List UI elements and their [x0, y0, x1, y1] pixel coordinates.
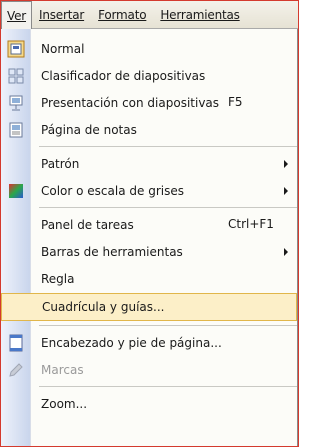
- menu-separator: [39, 386, 297, 387]
- menu-item-toolbars[interactable]: Barras de herramientas: [1, 238, 297, 265]
- menu-herramientas[interactable]: Herramientas: [153, 1, 246, 29]
- menu-item-label: Clasificador de diapositivas: [41, 68, 206, 83]
- normal-view-icon: [1, 35, 31, 62]
- menu-item-slide-sorter[interactable]: Clasificador de diapositivas: [1, 62, 297, 89]
- menu-herramientas-label: Herramientas: [160, 7, 240, 22]
- menu-item-label: Página de notas: [41, 122, 137, 137]
- menu-item-label: Zoom...: [41, 396, 88, 411]
- view-dropdown-menu: Normal Clasificador de diapositivas Pres…: [1, 29, 298, 446]
- menu-item-label: Barras de herramientas: [41, 244, 183, 259]
- menu-item-zoom[interactable]: Zoom...: [1, 390, 297, 417]
- submenu-arrow-icon: [284, 187, 288, 195]
- menu-ver-label: Ver: [7, 8, 26, 23]
- menu-item-color-grayscale[interactable]: Color o escala de grises: [1, 177, 297, 204]
- menu-insertar-label: Insertar: [39, 7, 85, 22]
- shortcut-f5: F5: [228, 95, 243, 109]
- menu-item-master[interactable]: Patrón: [1, 150, 297, 177]
- color-grayscale-icon: [1, 177, 31, 204]
- menu-formato[interactable]: Formato: [91, 1, 153, 29]
- menu-separator: [39, 325, 297, 326]
- slideshow-icon: [1, 89, 31, 116]
- menu-item-label: Marcas: [41, 362, 84, 377]
- menu-item-task-pane[interactable]: Panel de tareas Ctrl+F1: [1, 211, 297, 238]
- menu-formato-label: Formato: [98, 7, 147, 22]
- menu-insertar[interactable]: Insertar: [32, 1, 91, 29]
- shortcut-ctrl-f1: Ctrl+F1: [228, 217, 274, 231]
- menu-item-label: Color o escala de grises: [41, 183, 184, 198]
- menu-item-label: Cuadrícula y guías...: [42, 300, 165, 314]
- notes-page-icon: [1, 116, 31, 143]
- markup-icon: [1, 356, 31, 383]
- menu-bar: Ver Insertar Formato Herramientas: [1, 1, 298, 29]
- menu-item-slideshow[interactable]: Presentación con diapositivas F5: [1, 89, 297, 116]
- menu-item-label: Presentación con diapositivas: [41, 95, 220, 110]
- menu-item-normal[interactable]: Normal: [1, 35, 297, 62]
- header-footer-icon: [1, 329, 31, 356]
- menu-item-ruler[interactable]: Regla: [1, 265, 297, 292]
- menu-item-notes-page[interactable]: Página de notas: [1, 116, 297, 143]
- menu-item-label: Patrón: [41, 156, 80, 171]
- menu-separator: [39, 207, 297, 208]
- menu-item-markup: Marcas: [1, 356, 297, 383]
- menu-item-label: Panel de tareas: [41, 217, 134, 232]
- menu-item-grid-guides[interactable]: Cuadrícula y guías...: [1, 293, 297, 321]
- submenu-arrow-icon: [284, 248, 288, 256]
- menu-item-label: Normal: [41, 41, 85, 56]
- menu-item-label: Regla: [41, 271, 75, 286]
- submenu-arrow-icon: [284, 160, 288, 168]
- menu-item-label: Encabezado y pie de página...: [41, 335, 222, 350]
- menu-ver[interactable]: Ver: [1, 1, 32, 29]
- slide-sorter-icon: [1, 62, 31, 89]
- menu-separator: [39, 146, 297, 147]
- menu-item-header-footer[interactable]: Encabezado y pie de página...: [1, 329, 297, 356]
